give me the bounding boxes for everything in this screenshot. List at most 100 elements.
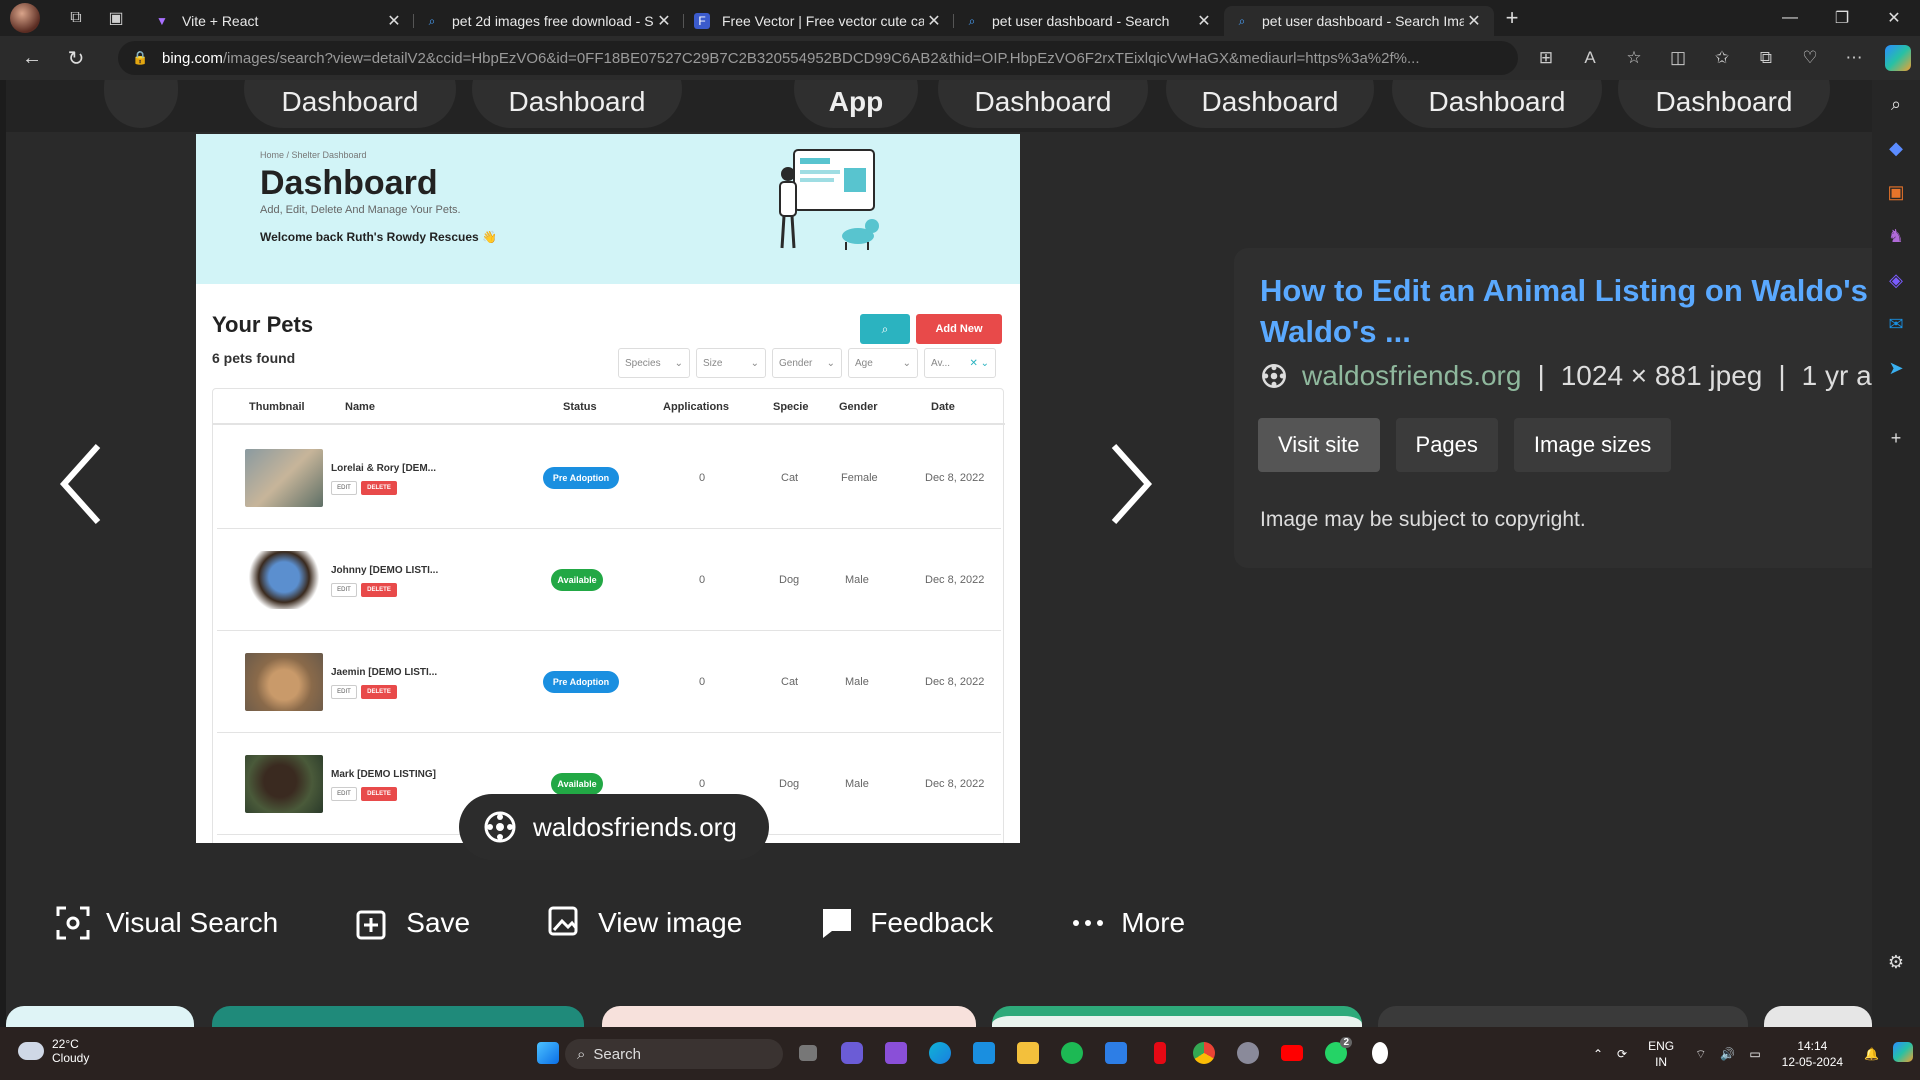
whatsapp-icon[interactable]: 2 [1314,1035,1358,1071]
sidebar-outlook-icon[interactable]: ✉ [1872,302,1920,346]
save-button[interactable]: Save [356,906,470,940]
related-thumbnail[interactable] [1378,1006,1748,1028]
extra-app-icon[interactable] [1358,1035,1402,1071]
related-pill[interactable]: Dashboard [472,80,682,128]
sidebar-add-icon[interactable]: + [1872,416,1920,460]
preview-image[interactable]: Home / Shelter Dashboard Dashboard Add, … [196,134,1020,843]
taskbar-search[interactable]: ⌕ Search [565,1039,783,1069]
sidebar-send-icon[interactable]: ➤ [1872,346,1920,390]
vscode-icon[interactable] [962,1035,1006,1071]
netflix-icon[interactable] [1138,1035,1182,1071]
related-pill[interactable]: Dashboard [1618,80,1830,128]
workspaces-icon[interactable]: ⧉ [56,0,96,36]
related-pill[interactable]: Dashboard [1392,80,1602,128]
related-pill[interactable]: App [794,80,918,128]
related-thumbnail[interactable] [212,1006,584,1028]
browser-essentials-icon[interactable]: ♡ [1788,48,1832,68]
profile-avatar[interactable] [10,3,40,33]
visit-site-button[interactable]: Visit site [1258,418,1380,472]
page-subtitle: Add, Edit, Delete And Manage Your Pets. [260,204,461,216]
meet-icon[interactable] [830,1035,874,1071]
file-explorer-icon[interactable] [1006,1035,1050,1071]
sidebar-shopping-icon[interactable]: ◆ [1872,126,1920,170]
action-row: Visual Search Save View image Feedback M… [56,906,1263,940]
sync-icon[interactable]: ⟳ [1617,1046,1627,1062]
youtube-icon[interactable] [1270,1035,1314,1071]
close-tab-icon[interactable]: ✕ [384,11,404,31]
split-screen-icon[interactable]: ◫ [1656,48,1700,68]
sidebar-tools-icon[interactable]: ▣ [1872,170,1920,214]
collections-icon[interactable]: ⧉ [1744,48,1788,68]
address-bar: ← ↻ 🔒 bing.com /images/search?view=detai… [0,36,1920,80]
start-icon[interactable] [526,1035,570,1071]
image-sizes-button[interactable]: Image sizes [1513,418,1672,472]
minimize-icon[interactable]: — [1764,0,1816,36]
tab-vite[interactable]: ▼ Vite + React ✕ [144,6,414,36]
volume-icon[interactable]: 🔊 [1720,1046,1735,1062]
chrome-icon[interactable] [1182,1035,1226,1071]
related-pill[interactable]: Dashboard [1166,80,1374,128]
battery-icon[interactable]: ▭ [1749,1046,1760,1062]
restore-icon[interactable]: ❐ [1816,0,1868,36]
back-icon[interactable]: ← [10,36,54,80]
sidebar-m365-icon[interactable]: ◈ [1872,258,1920,302]
copilot-icon[interactable] [1885,45,1911,71]
new-tab-icon[interactable]: + [1494,5,1530,31]
close-window-icon[interactable]: ✕ [1868,0,1920,36]
pages-button[interactable]: Pages [1395,418,1498,472]
sidebar-search-icon[interactable]: ⌕ [1872,82,1920,126]
favorite-star-icon[interactable]: ☆ [1612,48,1656,68]
close-tab-icon[interactable]: ✕ [654,11,674,31]
language-indicator[interactable]: ENG IN [1641,1038,1681,1070]
chevron-up-icon[interactable]: ⌃ [1593,1046,1603,1062]
read-aloud-icon[interactable]: A [1568,48,1612,68]
related-pill[interactable] [104,80,178,128]
tab-pet-dashboard-images[interactable]: ⌕ pet user dashboard - Search Ima ✕ [1224,6,1494,36]
task-view-icon[interactable] [786,1035,830,1071]
url-field[interactable]: 🔒 bing.com /images/search?view=detailV2&… [118,41,1518,75]
app-available-icon[interactable]: ⊞ [1524,48,1568,68]
visual-search-button[interactable]: Visual Search [56,906,278,940]
copilot-taskbar-icon[interactable] [1893,1041,1913,1066]
weather-widget[interactable]: 22°C Cloudy [18,1037,89,1065]
related-thumbnail[interactable] [1764,1006,1872,1028]
notifications-icon[interactable]: 🔔 [1864,1046,1879,1062]
settings-icon[interactable] [1226,1035,1270,1071]
feedback-button[interactable]: Feedback [820,906,993,940]
tab-pet-dashboard[interactable]: ⌕ pet user dashboard - Search ✕ [954,6,1224,36]
related-pill[interactable]: Dashboard [938,80,1148,128]
view-image-icon [548,906,578,936]
edge-icon[interactable] [918,1035,962,1071]
source-pill[interactable]: waldosfriends.org [459,794,769,860]
related-pill[interactable]: Dashboard [244,80,456,128]
lock-icon: 🔒 [132,50,149,65]
view-image-button[interactable]: View image [548,906,742,940]
sidebar-settings-icon[interactable]: ⚙ [1872,940,1920,984]
wifi-icon[interactable]: ⌔ [1695,1046,1706,1062]
clock[interactable]: 14:14 12-05-2024 [1775,1038,1850,1070]
store-icon[interactable] [1094,1035,1138,1071]
close-tab-icon[interactable]: ✕ [924,11,944,31]
source-domain-link[interactable]: waldosfriends.org [1302,360,1521,392]
pet-thumbnail [245,755,323,813]
settings-more-icon[interactable]: ⋯ [1832,48,1876,68]
close-tab-icon[interactable]: ✕ [1194,11,1214,31]
visual-studio-icon[interactable] [874,1035,918,1071]
tab-free-vector[interactable]: F Free Vector | Free vector cute car ✕ [684,6,954,36]
your-pets-title: Your Pets [212,312,314,337]
next-image-arrow[interactable] [1108,442,1154,539]
related-thumbnail[interactable] [992,1006,1362,1028]
spotify-icon[interactable] [1050,1035,1094,1071]
image-title-link[interactable]: How to Edit an Animal Listing on Waldo's… [1260,270,1872,352]
close-tab-icon[interactable]: ✕ [1464,11,1484,31]
related-thumbnail[interactable] [6,1006,194,1028]
previous-image-arrow[interactable] [58,442,104,539]
refresh-icon[interactable]: ↻ [54,36,98,80]
breadcrumb: Home / Shelter Dashboard [260,150,367,160]
related-thumbnail[interactable] [602,1006,976,1028]
tab-pet-2d[interactable]: ⌕ pet 2d images free download - S ✕ [414,6,684,36]
more-button[interactable]: More [1071,906,1185,940]
favorites-icon[interactable]: ✩ [1700,48,1744,68]
tab-actions-icon[interactable]: ▣ [96,0,136,36]
sidebar-games-icon[interactable]: ♞ [1872,214,1920,258]
